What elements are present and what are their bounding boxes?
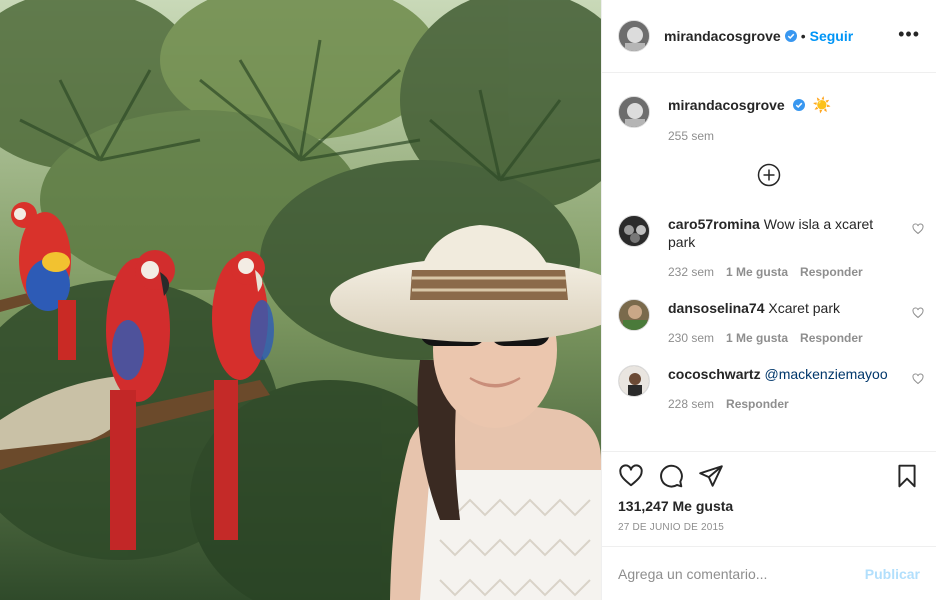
comment-text: dansoselina74 Xcaret park xyxy=(668,299,896,317)
comment-time[interactable]: 230 sem xyxy=(668,331,714,345)
comment-like-heart-icon[interactable] xyxy=(912,223,924,235)
header-separator: • xyxy=(800,28,806,44)
paper-plane-icon[interactable] xyxy=(698,463,724,489)
bookmark-icon[interactable] xyxy=(894,463,920,489)
post-actions: 131,247 Me gusta 27 DE JUNIO DE 2015 xyxy=(602,451,936,533)
comment-input[interactable] xyxy=(618,565,865,582)
comment-composer: Publicar xyxy=(602,546,936,600)
comment-time[interactable]: 228 sem xyxy=(668,397,714,411)
comment-body: Xcaret park xyxy=(768,300,840,316)
post-photo[interactable] xyxy=(0,0,601,600)
reply-button[interactable]: Responder xyxy=(800,265,863,279)
caption-avatar[interactable] xyxy=(618,96,650,128)
verified-badge-icon xyxy=(792,99,805,111)
commenter-avatar[interactable] xyxy=(618,365,650,397)
verified-badge-icon xyxy=(784,30,797,42)
comment-username[interactable]: dansoselina74 xyxy=(668,300,765,316)
commenter-avatar[interactable] xyxy=(618,215,650,247)
author-username[interactable]: mirandacosgrove xyxy=(664,28,781,44)
post-sidebar: mirandacosgrove • Seguir ••• mirandacosg… xyxy=(601,0,936,600)
reply-button[interactable]: Responder xyxy=(800,331,863,345)
comment-time[interactable]: 232 sem xyxy=(668,265,714,279)
load-more-comments xyxy=(602,163,936,187)
likes-count[interactable]: 131,247 Me gusta xyxy=(618,498,920,514)
comment-meta: 228 sem Responder xyxy=(668,397,896,411)
post-header: mirandacosgrove • Seguir ••• xyxy=(602,0,936,73)
more-options-icon[interactable]: ••• xyxy=(898,25,920,47)
publish-button[interactable]: Publicar xyxy=(865,566,920,582)
caption-time[interactable]: 255 sem xyxy=(668,129,714,143)
caption-text: mirandacosgrove ☀️ xyxy=(668,96,896,115)
action-icons xyxy=(618,462,920,490)
comment-username[interactable]: cocoschwartz xyxy=(668,366,761,382)
caption-meta: 255 sem xyxy=(668,129,896,143)
caption-username[interactable]: mirandacosgrove xyxy=(668,97,785,113)
comment-item: cocoschwartz @mackenziemayoo 228 sem Res… xyxy=(602,365,936,411)
heart-icon[interactable] xyxy=(618,463,644,489)
comment-item: caro57romina Wow isla a xcaret park 232 … xyxy=(602,215,936,279)
comment-bubble-icon[interactable] xyxy=(658,463,684,489)
comment-text: caro57romina Wow isla a xcaret park xyxy=(668,215,896,251)
comment-mention[interactable]: @mackenziemayoo xyxy=(764,366,887,382)
post-image xyxy=(0,0,601,600)
author-avatar[interactable] xyxy=(618,20,650,52)
comment-meta: 232 sem 1 Me gusta Responder xyxy=(668,265,896,279)
commenter-avatar[interactable] xyxy=(618,299,650,331)
comment-likes[interactable]: 1 Me gusta xyxy=(726,265,788,279)
comment-text: cocoschwartz @mackenziemayoo xyxy=(668,365,896,383)
post-date[interactable]: 27 DE JUNIO DE 2015 xyxy=(618,522,920,533)
comment-username[interactable]: caro57romina xyxy=(668,216,760,232)
sun-emoji: ☀️ xyxy=(812,97,832,114)
comments-list[interactable]: mirandacosgrove ☀️ 255 sem caro57romina … xyxy=(602,74,936,451)
comment-meta: 230 sem 1 Me gusta Responder xyxy=(668,331,896,345)
comment-like-heart-icon[interactable] xyxy=(912,373,924,385)
comment-likes[interactable]: 1 Me gusta xyxy=(726,331,788,345)
reply-button[interactable]: Responder xyxy=(726,397,789,411)
follow-button[interactable]: Seguir xyxy=(810,28,854,44)
caption: mirandacosgrove ☀️ 255 sem xyxy=(602,74,936,143)
plus-circle-icon[interactable] xyxy=(757,163,781,187)
comment-item: dansoselina74 Xcaret park 230 sem 1 Me g… xyxy=(602,299,936,345)
comment-like-heart-icon[interactable] xyxy=(912,307,924,319)
